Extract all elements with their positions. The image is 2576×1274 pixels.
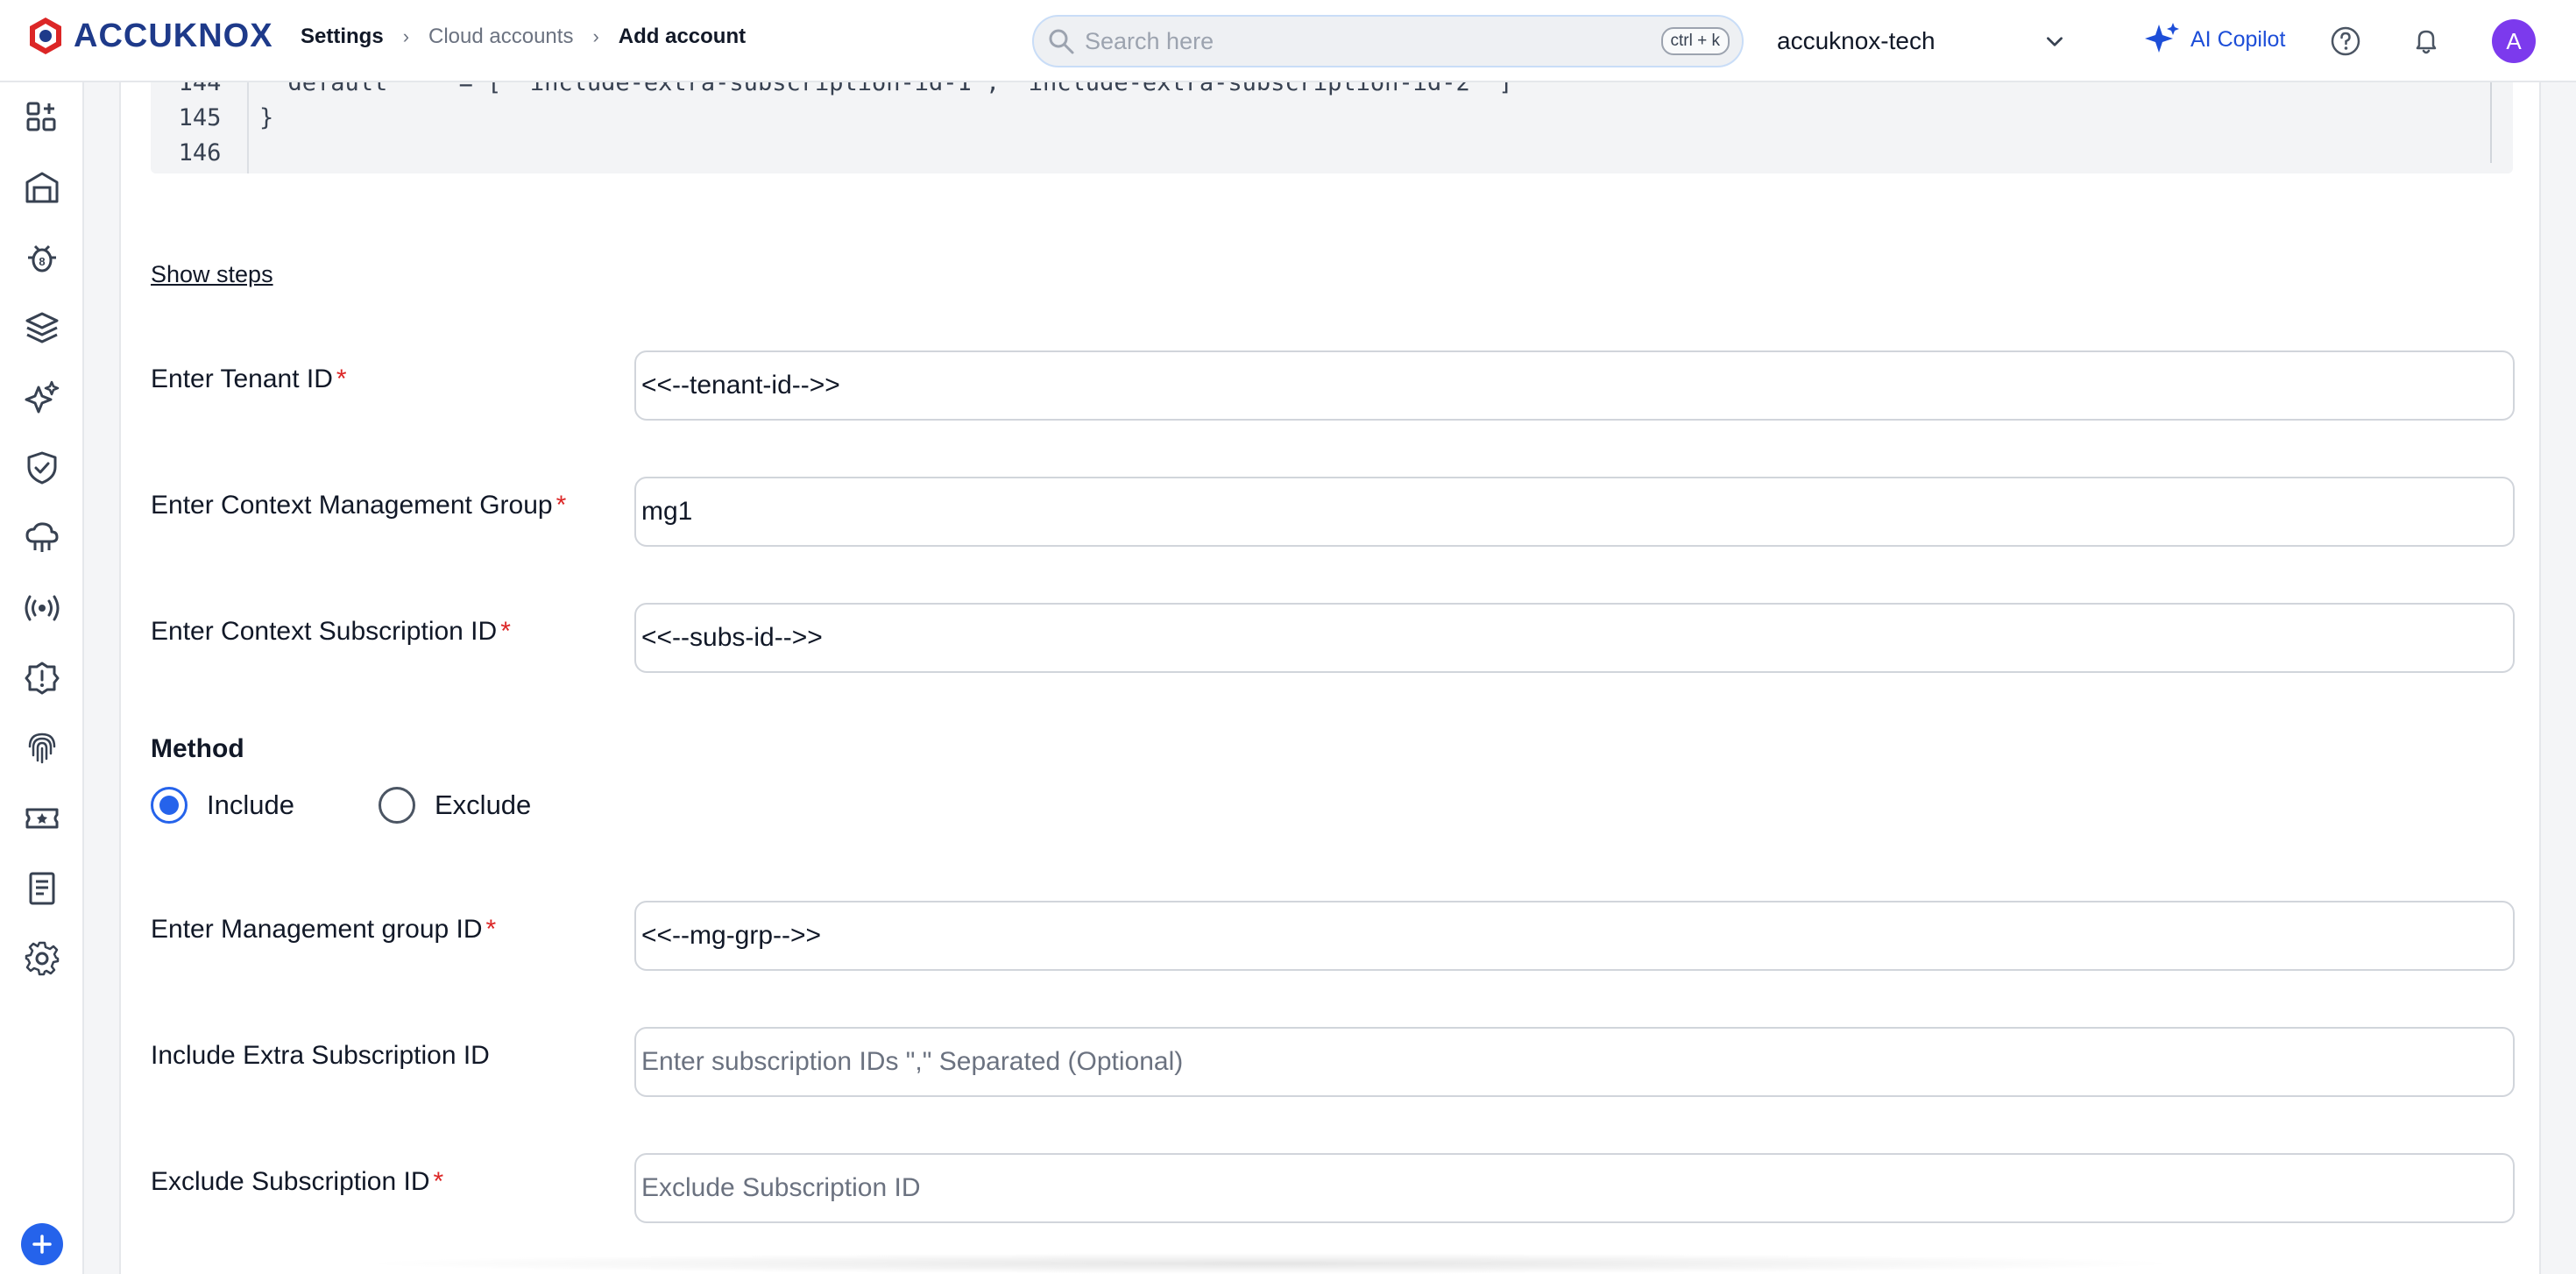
- context-mg-field[interactable]: [634, 477, 2515, 547]
- report-icon[interactable]: [23, 869, 61, 908]
- sparkle-icon: [2145, 23, 2179, 53]
- search-bar[interactable]: ctrl + k: [1032, 15, 1744, 67]
- code-scrollbar[interactable]: [2490, 82, 2492, 163]
- breadcrumb: Settings › Cloud accounts › Add account: [301, 25, 746, 49]
- radio-unselected-icon[interactable]: [379, 787, 415, 824]
- sidebar: 8: [0, 82, 84, 1274]
- ai-copilot-button[interactable]: AI Copilot: [2141, 19, 2285, 60]
- exclude-sub-label: Exclude Subscription ID *: [151, 1167, 443, 1197]
- mg-id-label-text: Enter Management group ID: [151, 915, 483, 944]
- code-line-number: 146: [178, 139, 222, 166]
- gear-icon[interactable]: [23, 939, 61, 978]
- tenant-id-input[interactable]: [636, 352, 2513, 419]
- fingerprint-icon[interactable]: [23, 729, 61, 768]
- exclude-sub-label-text: Exclude Subscription ID: [151, 1167, 430, 1196]
- chevron-down-icon: [2047, 37, 2063, 46]
- tenant-id-field[interactable]: [634, 350, 2515, 421]
- method-title: Method: [151, 734, 244, 763]
- method-include-label: Include: [207, 789, 294, 820]
- show-steps-link[interactable]: Show steps: [151, 261, 273, 288]
- mg-id-input[interactable]: [636, 902, 2513, 969]
- include-extra-label: Include Extra Subscription ID: [151, 1041, 490, 1070]
- cloud-network-icon[interactable]: [23, 519, 61, 557]
- tenant-id-label: Enter Tenant ID *: [151, 365, 347, 394]
- required-marker: *: [433, 1167, 444, 1196]
- required-marker: *: [500, 617, 511, 646]
- method-include-radio[interactable]: Include: [151, 787, 294, 824]
- context-mg-input[interactable]: [636, 478, 2513, 545]
- help-icon[interactable]: [2329, 25, 2362, 58]
- top-bar: ACCUKNOX Settings › Cloud accounts › Add…: [0, 0, 2576, 82]
- signal-icon[interactable]: [23, 589, 61, 627]
- context-sub-label-text: Enter Context Subscription ID: [151, 617, 498, 646]
- code-line: default = [ "include-extra-subscription-…: [259, 82, 1513, 96]
- chevron-right-icon: ›: [402, 25, 410, 47]
- breadcrumb-add-account: Add account: [618, 25, 747, 48]
- code-line-number: 144: [178, 82, 222, 96]
- radio-selected-icon[interactable]: [151, 787, 188, 824]
- bug-icon[interactable]: 8: [23, 238, 61, 277]
- avatar[interactable]: A: [2492, 19, 2536, 63]
- required-marker: *: [336, 365, 347, 393]
- breadcrumb-cloud-accounts[interactable]: Cloud accounts: [428, 25, 573, 49]
- context-sub-label: Enter Context Subscription ID *: [151, 617, 511, 647]
- ai-copilot-label: AI Copilot: [2190, 26, 2286, 52]
- context-sub-input[interactable]: [636, 605, 2513, 671]
- plus-icon: [32, 1235, 52, 1254]
- tenant-name: accuknox-tech: [1777, 27, 1936, 54]
- bell-icon[interactable]: [2410, 25, 2443, 58]
- brand-name: ACCUKNOX: [74, 17, 273, 54]
- accuknox-logo-icon: [30, 18, 61, 54]
- method-exclude-radio[interactable]: Exclude: [379, 787, 531, 824]
- dashboard-icon[interactable]: [23, 98, 61, 137]
- context-sub-field[interactable]: [634, 603, 2515, 673]
- ticket-icon[interactable]: [23, 799, 61, 838]
- bottom-shadow: [350, 1253, 2190, 1274]
- mg-id-field[interactable]: [634, 901, 2515, 971]
- code-line: }: [259, 104, 274, 131]
- context-mg-label: Enter Context Management Group *: [151, 491, 566, 520]
- brand-logo[interactable]: ACCUKNOX: [25, 14, 273, 58]
- include-extra-field[interactable]: [634, 1027, 2515, 1097]
- code-line-number: 145: [178, 104, 222, 131]
- layers-icon[interactable]: [23, 308, 61, 347]
- search-icon: [1049, 29, 1074, 54]
- breadcrumb-settings[interactable]: Settings: [301, 25, 384, 49]
- method-exclude-label: Exclude: [435, 789, 532, 820]
- chevron-right-icon: ›: [592, 25, 599, 47]
- sparkle-icon[interactable]: [23, 379, 61, 417]
- search-shortcut-badge: ctrl + k: [1660, 27, 1730, 55]
- search-input[interactable]: [1085, 27, 1661, 55]
- include-extra-input[interactable]: [636, 1029, 2513, 1095]
- shield-check-icon[interactable]: [23, 449, 61, 487]
- required-marker: *: [485, 915, 497, 944]
- context-mg-label-text: Enter Context Management Group: [151, 491, 553, 520]
- alert-icon[interactable]: [23, 659, 61, 697]
- tenant-id-label-text: Enter Tenant ID: [151, 365, 333, 393]
- code-block: 144 default = [ "include-extra-subscript…: [151, 82, 2513, 173]
- mg-id-label: Enter Management group ID *: [151, 915, 496, 945]
- required-marker: *: [556, 491, 567, 520]
- tenant-selector[interactable]: accuknox-tech: [1777, 23, 2066, 60]
- main-panel: 144 default = [ "include-extra-subscript…: [119, 82, 2541, 1274]
- add-button[interactable]: [21, 1223, 63, 1265]
- svg-text:8: 8: [39, 255, 45, 268]
- exclude-sub-field[interactable]: [634, 1153, 2515, 1223]
- inventory-icon[interactable]: [23, 168, 61, 207]
- exclude-sub-input[interactable]: [636, 1155, 2513, 1221]
